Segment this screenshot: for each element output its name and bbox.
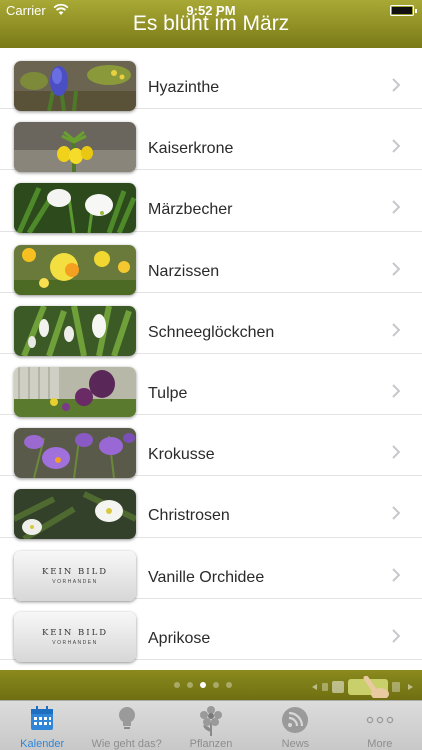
crown-imperial-photo [14,122,136,173]
no-image-subtext: VORHANDEN [52,578,98,585]
list-item[interactable]: KEIN BILD VORHANDEN Aprikose [0,599,422,662]
chevron-right-icon [392,78,400,92]
chevron-right-icon [392,323,400,337]
tab-label: More [367,738,393,750]
list-item[interactable]: Märzbecher [0,170,422,234]
chevron-right-icon [392,628,400,643]
page-dot[interactable] [213,682,219,688]
chevron-right-icon [392,200,400,215]
chevron-right-icon [392,567,400,582]
list-item-label: Schneeglöckchen [148,323,275,341]
page-dot-active[interactable] [200,682,206,688]
tab-kalender[interactable]: Kalender [0,701,84,750]
page-dots[interactable] [174,682,232,688]
tab-more[interactable]: More [338,701,422,750]
list-item[interactable]: Christrosen [0,476,422,540]
list-item-label: Krokusse [148,446,215,464]
tab-wie-geht-das[interactable]: Wie geht das? [84,701,168,750]
swipe-hint-icon[interactable] [310,676,414,698]
tab-label: Kalender [20,738,65,750]
tab-pflanzen[interactable]: Pflanzen [169,701,253,750]
plant-list[interactable]: Hyazinthe Kaiserkrone Märzbecher Narziss… [0,48,422,670]
list-item[interactable]: Schneeglöckchen [0,293,422,356]
list-item-label: Aprikose [148,629,211,647]
list-item-label: Tulpe [148,384,188,402]
tab-bar: Kalender Wie geht das? Pflanzen News Mor… [0,700,422,750]
list-item-label: Hyazinthe [148,79,220,96]
list-item[interactable]: Krokusse [0,415,422,479]
list-item[interactable]: KEIN BILD VORHANDEN Vanille Orchidee [0,538,422,601]
list-item[interactable]: Hyazinthe [0,48,422,111]
tab-label: Pflanzen [189,738,233,750]
no-image-text: KEIN BILD [41,627,109,638]
list-item[interactable]: Narzissen [0,232,422,295]
page-dot[interactable] [226,682,232,688]
list-item-label: Vanille Orchidee [148,568,265,586]
hyacinth-photo [14,61,136,111]
calendar-icon [31,706,54,730]
lightbulb-icon [118,707,135,729]
no-image-text: KEIN BILD [41,566,109,577]
chevron-right-icon [392,445,400,459]
list-item[interactable]: Kaiserkrone [0,109,422,173]
no-image-placeholder: KEIN BILD VORHANDEN [14,550,136,601]
rss-icon [282,707,309,733]
chevron-right-icon [392,384,400,398]
chevron-right-icon [392,139,400,153]
chevron-right-icon [392,506,400,521]
page-dot[interactable] [174,682,180,688]
flower-icon [200,706,223,736]
chevron-right-icon [392,261,400,276]
list-item-label: Christrosen [148,507,230,525]
no-image-placeholder: KEIN BILD VORHANDEN [14,611,136,662]
snowflake-photo [14,183,136,234]
more-icon [366,716,394,724]
tulip-photo [14,366,136,417]
tab-label: News [281,738,310,750]
list-item[interactable]: Tulpe [0,354,422,417]
snowdrops-photo [14,305,136,356]
no-image-subtext: VORHANDEN [52,639,98,646]
page-title: Es blüht im März [132,12,290,35]
page-dot[interactable] [187,682,193,688]
tab-news[interactable]: News [253,701,337,750]
christmas-rose-photo [14,489,136,540]
page-indicator-bar [0,670,422,700]
tab-label: Wie geht das? [91,738,162,750]
daffodils-photo [14,244,136,295]
crocus-photo [14,428,136,479]
list-item-label: Kaiserkrone [148,140,234,158]
list-item-label: Narzissen [148,262,220,280]
nav-header: Carrier 9:52 PM Es blüht im März [0,0,422,48]
list-item-label: Märzbecher [148,201,233,219]
